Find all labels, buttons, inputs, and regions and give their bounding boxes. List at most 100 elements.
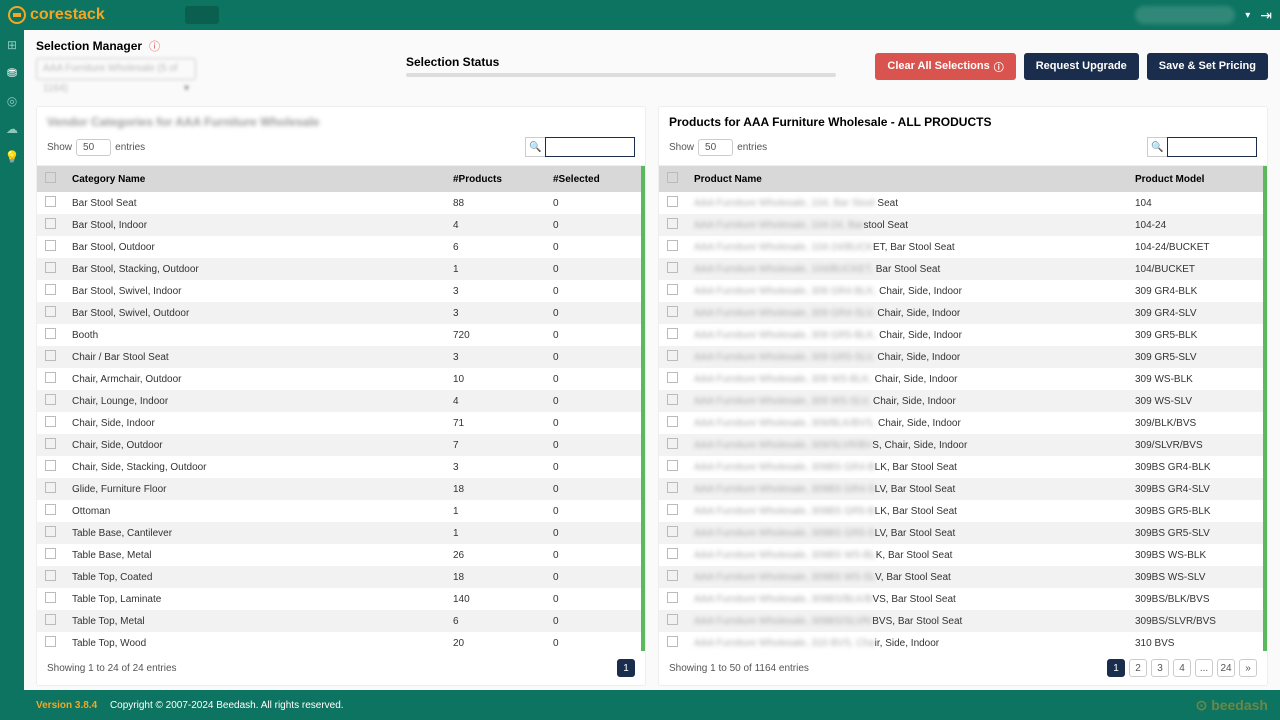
table-row[interactable]: Bar Stool, Swivel, Outdoor30 (37, 302, 645, 324)
col-selected[interactable]: #Selected (545, 166, 645, 192)
table-row[interactable]: AAA Furniture Wholesale, 309BS GR5-BLK, … (659, 500, 1267, 522)
row-checkbox[interactable] (45, 262, 56, 273)
row-checkbox[interactable] (667, 482, 678, 493)
row-checkbox[interactable] (667, 570, 678, 581)
row-checkbox[interactable] (45, 394, 56, 405)
page-button[interactable]: 3 (1151, 659, 1169, 677)
info-icon[interactable]: ⓘ (149, 41, 160, 53)
table-row[interactable]: AAA Furniture Wholesale, 309/SLVR/BVS, C… (659, 434, 1267, 456)
table-row[interactable]: Table Base, Metal260 (37, 544, 645, 566)
row-checkbox[interactable] (45, 218, 56, 229)
table-row[interactable]: AAA Furniture Wholesale, 309 GR4-SLV, Ch… (659, 302, 1267, 324)
row-checkbox[interactable] (667, 636, 678, 647)
row-checkbox[interactable] (667, 614, 678, 625)
row-checkbox[interactable] (667, 460, 678, 471)
page-button[interactable]: 1 (617, 659, 635, 677)
table-row[interactable]: Bar Stool, Indoor40 (37, 214, 645, 236)
table-row[interactable]: Bar Stool Seat880 (37, 192, 645, 214)
table-row[interactable]: Table Top, Laminate1400 (37, 588, 645, 610)
page-size-select[interactable]: 50 (698, 139, 733, 156)
table-row[interactable]: Chair, Armchair, Outdoor100 (37, 368, 645, 390)
row-checkbox[interactable] (667, 284, 678, 295)
select-all-checkbox[interactable] (667, 172, 678, 183)
table-row[interactable]: AAA Furniture Wholesale, 309BS GR5-SLV, … (659, 522, 1267, 544)
row-checkbox[interactable] (45, 570, 56, 581)
row-checkbox[interactable] (45, 548, 56, 559)
row-checkbox[interactable] (45, 526, 56, 537)
products-icon[interactable]: ⛃ (5, 66, 19, 80)
col-products[interactable]: #Products (445, 166, 545, 192)
table-row[interactable]: AAA Furniture Wholesale, 309 WS-SLV, Cha… (659, 390, 1267, 412)
row-checkbox[interactable] (45, 416, 56, 427)
table-row[interactable]: Chair, Lounge, Indoor40 (37, 390, 645, 412)
row-checkbox[interactable] (667, 262, 678, 273)
save-pricing-button[interactable]: Save & Set Pricing (1147, 53, 1268, 80)
row-checkbox[interactable] (45, 240, 56, 251)
col-category[interactable]: Category Name (64, 166, 445, 192)
table-row[interactable]: Table Top, Wood200 (37, 632, 645, 651)
page-button[interactable]: 24 (1217, 659, 1235, 677)
table-row[interactable]: Chair, Side, Outdoor70 (37, 434, 645, 456)
logout-icon[interactable]: ⇥ (1260, 7, 1272, 24)
table-row[interactable]: Bar Stool, Outdoor60 (37, 236, 645, 258)
top-dropdown[interactable] (185, 6, 219, 24)
page-button[interactable]: 2 (1129, 659, 1147, 677)
row-checkbox[interactable] (45, 614, 56, 625)
request-upgrade-button[interactable]: Request Upgrade (1024, 53, 1139, 80)
table-row[interactable]: AAA Furniture Wholesale, 309BS GR4-BLK, … (659, 456, 1267, 478)
col-model[interactable]: Product Model (1127, 166, 1267, 192)
row-checkbox[interactable] (45, 504, 56, 515)
page-size-select[interactable]: 50 (76, 139, 111, 156)
row-checkbox[interactable] (667, 416, 678, 427)
row-checkbox[interactable] (667, 240, 678, 251)
table-row[interactable]: AAA Furniture Wholesale, 309BS GR4-SLV, … (659, 478, 1267, 500)
bulb-icon[interactable]: 💡 (5, 150, 19, 164)
row-checkbox[interactable] (45, 592, 56, 603)
row-checkbox[interactable] (45, 636, 56, 647)
search-icon[interactable]: 🔍 (525, 137, 545, 157)
table-row[interactable]: AAA Furniture Wholesale, 309 WS-BLK, Cha… (659, 368, 1267, 390)
page-button[interactable]: 4 (1173, 659, 1191, 677)
row-checkbox[interactable] (667, 592, 678, 603)
row-checkbox[interactable] (667, 196, 678, 207)
row-checkbox[interactable] (667, 218, 678, 229)
chevron-down-icon[interactable]: ▾ (1245, 10, 1250, 21)
table-row[interactable]: AAA Furniture Wholesale, 104-24/BUCKET, … (659, 236, 1267, 258)
page-button[interactable]: ... (1195, 659, 1213, 677)
table-row[interactable]: AAA Furniture Wholesale, 310 BVS, Chair,… (659, 632, 1267, 651)
row-checkbox[interactable] (667, 526, 678, 537)
target-icon[interactable]: ◎ (5, 94, 19, 108)
page-button[interactable]: » (1239, 659, 1257, 677)
page-button[interactable]: 1 (1107, 659, 1125, 677)
row-checkbox[interactable] (45, 482, 56, 493)
row-checkbox[interactable] (45, 438, 56, 449)
row-checkbox[interactable] (667, 350, 678, 361)
table-row[interactable]: Bar Stool, Stacking, Outdoor10 (37, 258, 645, 280)
table-row[interactable]: Chair, Side, Indoor710 (37, 412, 645, 434)
row-checkbox[interactable] (45, 350, 56, 361)
vendor-select[interactable]: AAA Furniture Wholesale (5 of 1164) (36, 58, 196, 80)
row-checkbox[interactable] (667, 504, 678, 515)
table-row[interactable]: Table Top, Coated180 (37, 566, 645, 588)
table-row[interactable]: AAA Furniture Wholesale, 309 GR4-BLK, Ch… (659, 280, 1267, 302)
table-row[interactable]: Chair / Bar Stool Seat30 (37, 346, 645, 368)
dashboard-icon[interactable]: ⊞ (5, 38, 19, 52)
table-row[interactable]: AAA Furniture Wholesale, 309 GR5-SLV, Ch… (659, 346, 1267, 368)
user-info[interactable] (1135, 6, 1235, 24)
row-checkbox[interactable] (667, 328, 678, 339)
col-product[interactable]: Product Name (686, 166, 1127, 192)
select-all-checkbox[interactable] (45, 172, 56, 183)
table-row[interactable]: AAA Furniture Wholesale, 309/BLK/BVS, Ch… (659, 412, 1267, 434)
row-checkbox[interactable] (45, 372, 56, 383)
table-row[interactable]: AAA Furniture Wholesale, 309BS/BLK/BVS, … (659, 588, 1267, 610)
row-checkbox[interactable] (667, 548, 678, 559)
table-row[interactable]: Ottoman10 (37, 500, 645, 522)
table-row[interactable]: Table Base, Cantilever10 (37, 522, 645, 544)
row-checkbox[interactable] (45, 196, 56, 207)
row-checkbox[interactable] (667, 306, 678, 317)
search-input[interactable] (1167, 137, 1257, 157)
table-row[interactable]: AAA Furniture Wholesale, 309BS WS-SLV, B… (659, 566, 1267, 588)
table-row[interactable]: Booth7200 (37, 324, 645, 346)
table-row[interactable]: AAA Furniture Wholesale, 104/BUCKET, Bar… (659, 258, 1267, 280)
row-checkbox[interactable] (45, 284, 56, 295)
